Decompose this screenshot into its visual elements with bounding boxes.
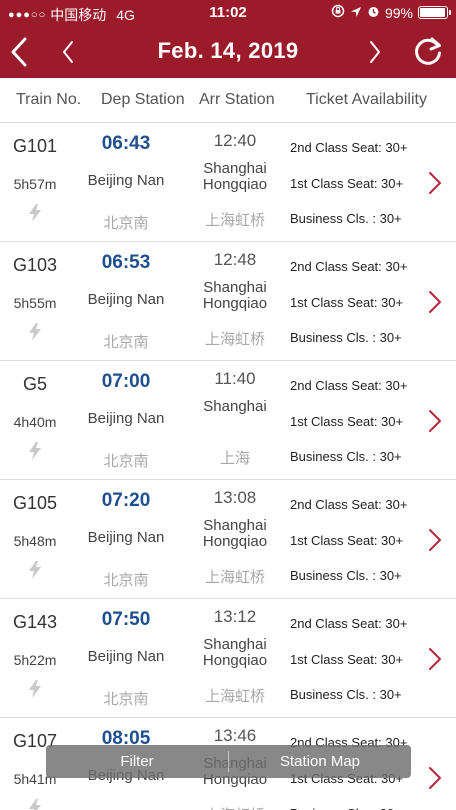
business-class-availability: Business Cls. : 30+ [290,330,402,345]
refresh-icon [415,37,441,65]
train-number: G103 [12,255,58,275]
column-ticket-availability: Ticket Availability [306,91,427,108]
second-class-availability: 2nd Class Seat: 30+ [290,140,408,155]
train-row[interactable]: G101 5h57m 06:43 Beijing Nan 北京南 12:40 Shangha… [0,123,456,242]
app-header: ●●●○○ 中国移动 4G 11:02 99% Feb. 14, 2019 [0,0,456,78]
business-class-availability: Business Cls. : 30+ [290,211,402,226]
high-speed-bolt-icon [29,799,41,810]
departure-time: 07:50 [101,609,151,630]
train-number: G5 [22,374,47,394]
column-train-no: Train No. [16,91,82,108]
selected-date: Feb. 14, 2019 [157,38,299,63]
second-class-availability: 2nd Class Seat: 30+ [290,378,408,393]
first-class-availability: 1st Class Seat: 30+ [290,652,404,667]
high-speed-bolt-icon [29,204,41,222]
arrival-station: Shanghai Hongqiao [202,636,268,669]
arrival-time: 12:40 [213,131,257,150]
first-class-availability: 1st Class Seat: 30+ [290,295,404,310]
row-chevron-right-icon [429,648,441,670]
row-chevron-right-icon [429,529,441,551]
trip-duration: 4h40m [13,414,57,430]
train-row[interactable]: G5 4h40m 07:00 Beijing Nan 北京南 11:40 Shanghai 上… [0,361,456,480]
nav-bar: Feb. 14, 2019 [0,26,456,78]
arrival-station: Shanghai [203,398,267,415]
high-speed-bolt-icon [29,323,41,341]
filter-button[interactable]: Filter [46,745,228,778]
next-day-button[interactable] [363,26,387,78]
trip-duration: 5h55m [13,295,57,311]
train-row[interactable]: G143 5h22m 07:50 Beijing Nan 北京南 13:12 Shangha… [0,599,456,718]
departure-station-chinese: 北京南 [103,334,149,351]
business-class-availability: Business Cls. : 30+ [290,806,402,810]
departure-station: Beijing Nan [87,648,165,665]
departure-station-chinese: 北京南 [103,453,149,470]
departure-station-chinese: 北京南 [103,572,149,589]
arrival-station: Shanghai Hongqiao [202,160,268,193]
departure-station: Beijing Nan [87,291,165,308]
business-class-availability: Business Cls. : 30+ [290,449,402,464]
row-chevron-right-icon [429,767,441,789]
departure-station: Beijing Nan [87,172,165,189]
departure-station: Beijing Nan [87,529,165,546]
high-speed-bolt-icon [29,561,41,579]
first-class-availability: 1st Class Seat: 30+ [290,176,404,191]
battery-percent: 99% [384,4,413,21]
second-class-availability: 2nd Class Seat: 30+ [290,497,408,512]
arrival-time: 12:48 [213,250,257,269]
business-class-availability: Business Cls. : 30+ [290,568,402,583]
arrival-station-chinese: 上海虹桥 [204,688,265,705]
departure-time: 06:43 [101,133,151,154]
departure-station-chinese: 北京南 [103,215,149,232]
arrival-time: 13:12 [213,607,257,626]
status-bar: ●●●○○ 中国移动 4G 11:02 99% [0,0,456,26]
train-number: G105 [12,493,58,513]
high-speed-bolt-icon [29,442,41,460]
trip-duration: 5h48m [13,533,57,549]
train-row[interactable]: G103 5h55m 06:53 Beijing Nan 北京南 12:48 Shangha… [0,242,456,361]
arrival-station-chinese: 上海虹桥 [190,804,280,810]
bottom-action-bar: Filter Station Map [46,745,411,778]
train-number: G143 [12,612,58,632]
second-class-availability: 2nd Class Seat: 30+ [290,259,408,274]
arrival-station-chinese: 上海 [219,450,250,467]
trip-duration: 5h22m [13,652,57,668]
location-icon [350,5,362,21]
arrival-station-chinese: 上海虹桥 [204,331,265,348]
arrival-time: 13:08 [213,488,257,507]
column-dep-station: Dep Station [101,91,185,108]
alarm-icon [367,5,380,21]
row-chevron-right-icon [429,172,441,194]
trip-duration: 5h57m [13,176,57,192]
table-header: Train No. Dep Station Arr Station Ticket… [0,78,456,123]
first-class-availability: 1st Class Seat: 30+ [290,414,404,429]
arrival-station-chinese: 上海虹桥 [204,212,265,229]
refresh-button[interactable] [408,26,448,78]
station-map-button[interactable]: Station Map [229,745,411,778]
chevron-right-icon [370,41,380,63]
departure-station-chinese: 北京南 [103,691,149,708]
arrival-time: 13:46 [213,726,257,745]
train-row[interactable]: G105 5h48m 07:20 Beijing Nan 北京南 13:08 Shangha… [0,480,456,599]
column-arr-station: Arr Station [199,91,275,108]
row-chevron-right-icon [429,291,441,313]
departure-time: 07:00 [101,371,151,392]
battery-icon [418,6,451,19]
arrival-time: 11:40 [214,369,256,388]
train-number: G101 [12,136,58,156]
departure-station: Beijing Nan [87,410,165,427]
departure-time: 07:20 [101,490,151,511]
arrival-station: Shanghai Hongqiao [202,279,268,312]
rotation-lock-icon [331,4,345,21]
first-class-availability: 1st Class Seat: 30+ [290,533,404,548]
second-class-availability: 2nd Class Seat: 30+ [290,616,408,631]
arrival-station-chinese: 上海虹桥 [204,569,265,586]
business-class-availability: Business Cls. : 30+ [290,687,402,702]
departure-time: 06:53 [101,252,151,273]
row-chevron-right-icon [429,410,441,432]
high-speed-bolt-icon [29,680,41,698]
arrival-station: Shanghai Hongqiao [202,517,268,550]
